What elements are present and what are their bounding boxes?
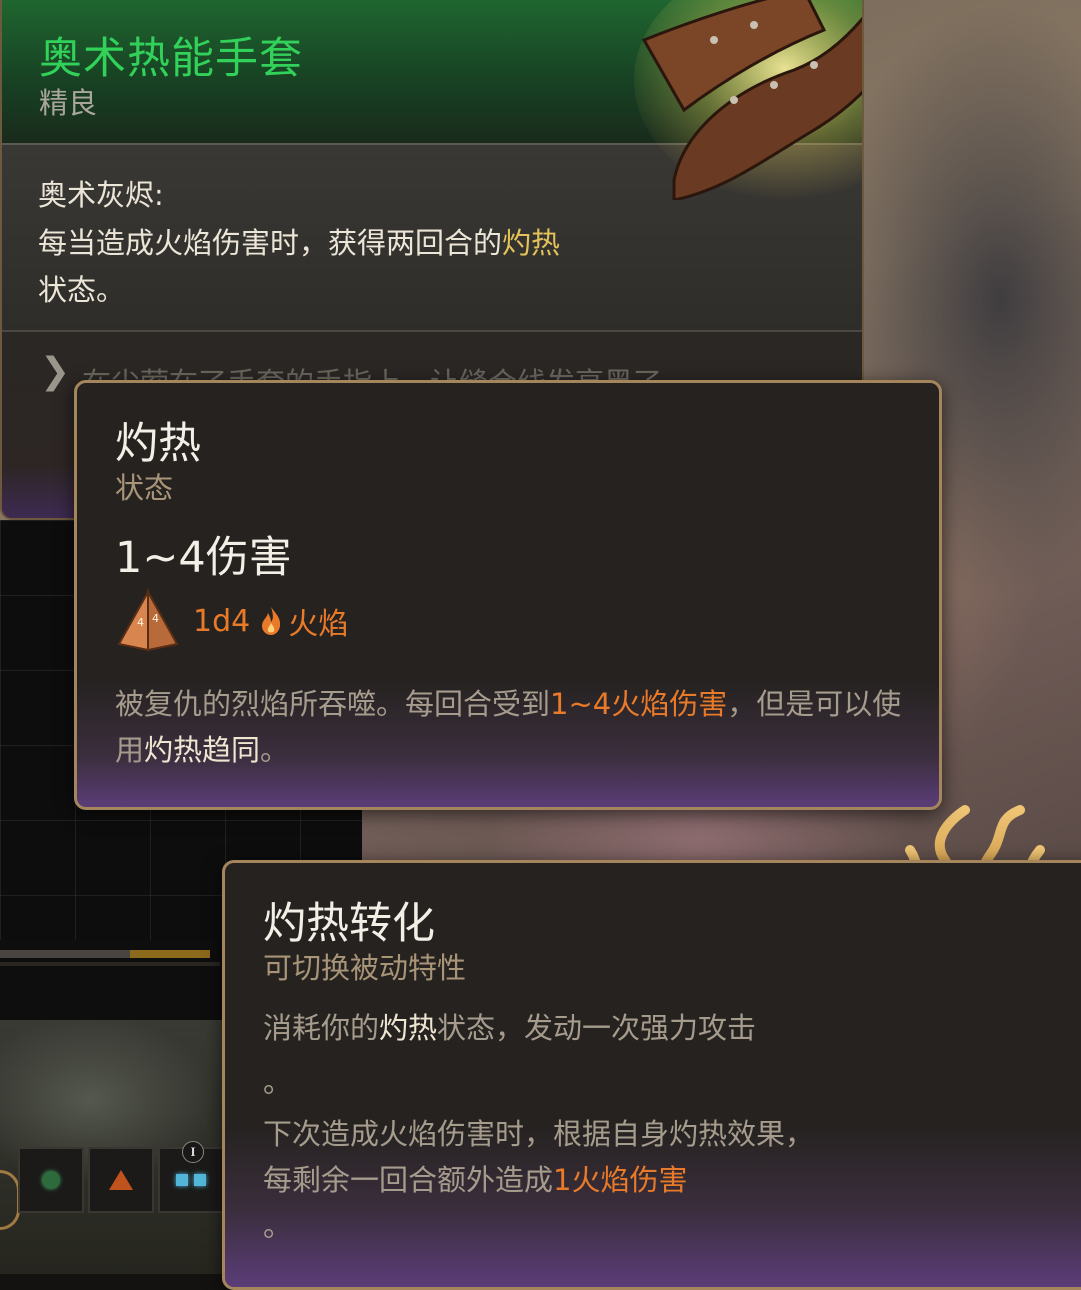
gauntlet-icon: [634, 0, 862, 200]
health-bar-track: [0, 950, 130, 958]
blue-square-icon: [176, 1174, 188, 1186]
svg-text:4: 4: [137, 616, 144, 629]
status-damage: 1~4伤害: [115, 533, 292, 583]
effect-text-end: 状态。: [38, 273, 126, 307]
passive-description-1: 消耗你的灼热状态，发动一次强力攻击。: [263, 1001, 823, 1109]
orange-triangle-icon: [109, 1170, 133, 1190]
experience-bar-fill: [130, 950, 210, 958]
hotbar-badge: I: [182, 1141, 204, 1163]
item-effect-name: 奥术灰烬:: [38, 178, 164, 212]
item-title: 奥术热能手套: [39, 34, 303, 84]
status-link-scorching[interactable]: 灼热: [379, 1011, 437, 1045]
passive-desc-end: 。: [263, 1209, 293, 1243]
blue-square-icon: [194, 1174, 206, 1186]
status-desc-text-end: 。: [260, 733, 290, 767]
passive-description-2: 下次造成火焰伤害时，根据自身灼热效果，每剩余一回合额外造成1火焰伤害。: [263, 1111, 823, 1249]
hotbar-slot-3[interactable]: I: [158, 1141, 224, 1213]
item-rarity: 精良: [39, 86, 98, 120]
bar-divider: [0, 962, 220, 966]
dice-label: 1d4: [193, 603, 251, 639]
status-type: 状态: [115, 471, 174, 505]
fire-icon: [262, 607, 281, 635]
item-effect-description: 每当造成火焰伤害时，获得两回合的灼热状态。: [38, 220, 598, 314]
passive-desc-text: 消耗你的: [263, 1011, 380, 1045]
d4-dice-icon: 4 4: [117, 588, 179, 652]
green-orb-icon: [42, 1171, 60, 1189]
passive-tooltip: 灼热转化 可切换被动特性 消耗你的灼热状态，发动一次强力攻击。 下次造成火焰伤害…: [222, 860, 1081, 1290]
passive-link-scorching-convergence[interactable]: 灼热趋同: [144, 733, 260, 767]
status-tooltip: 灼热 状态 1~4伤害 4 4 1d4 火焰 被复仇的烈焰所吞噬。每回合受到1~…: [74, 380, 942, 810]
status-desc-text: 被复仇的烈焰所吞噬。每回合受到: [115, 687, 551, 721]
svg-text:4: 4: [152, 612, 159, 625]
passive-desc-text: 下次造成火焰伤害时，根据自身灼热效果，每剩余一回合额外造成: [263, 1117, 815, 1197]
passive-desc-end: 。: [263, 1065, 293, 1099]
passive-type: 可切换被动特性: [263, 951, 467, 985]
status-title: 灼热: [115, 419, 201, 469]
element-label: 火焰: [288, 607, 349, 642]
passive-desc-text: 状态，发动一次强力攻击: [437, 1011, 757, 1045]
damage-link[interactable]: 1~4火焰伤害: [550, 687, 727, 721]
hotbar-slot-2[interactable]: [88, 1147, 154, 1213]
status-link-scorching[interactable]: 灼热: [502, 226, 560, 260]
effect-text: 每当造成火焰伤害时，获得两回合的: [38, 226, 503, 260]
passive-title: 灼热转化: [263, 899, 435, 949]
damage-dice-row: 4 4 1d4 火焰: [115, 588, 348, 654]
hotbar-slot-1[interactable]: [18, 1147, 84, 1213]
hotbar: I: [18, 1141, 224, 1213]
chevron-right-icon: ❯: [40, 351, 71, 392]
damage-link[interactable]: 1火焰伤害: [553, 1163, 687, 1197]
status-description: 被复仇的烈焰所吞噬。每回合受到1~4火焰伤害，但是可以使用灼热趋同。: [115, 681, 915, 773]
